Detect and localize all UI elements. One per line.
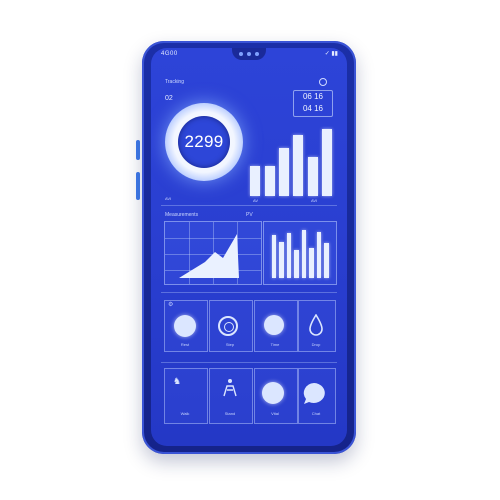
top-bar <box>321 129 332 196</box>
top-bar <box>307 157 318 196</box>
stand-icon <box>223 379 237 397</box>
mid-bar-chart <box>270 228 330 278</box>
tile-label: Rest <box>180 342 190 347</box>
top-bar <box>250 166 261 196</box>
sensor-dot <box>247 52 251 56</box>
top-chart-label: AVI <box>311 198 318 203</box>
top-bar <box>264 166 275 196</box>
mid-bar <box>286 233 291 278</box>
ring-icon-core <box>224 322 234 332</box>
tile-label: Walk <box>180 411 190 416</box>
header-left-value: 02 <box>165 95 173 102</box>
area-chart <box>179 234 239 278</box>
section-right-label: PV <box>246 212 253 218</box>
chat-icon <box>303 383 325 404</box>
tile-label: Step <box>225 342 235 347</box>
app-title: Tracking <box>165 79 184 85</box>
phone-screen: 4G00 ✓ ▮▮ Tracking 02 06 16 04 16 2299 A… <box>151 48 347 446</box>
mid-bar <box>324 243 329 278</box>
bar-chart-panel <box>263 221 337 285</box>
gauge-ring: 2299 <box>165 103 243 181</box>
time-line-1: 06 16 <box>302 92 324 101</box>
mid-bar <box>294 250 299 278</box>
tile-label: Chat <box>311 411 321 416</box>
sensor-dot <box>255 52 259 56</box>
top-bar <box>278 148 289 196</box>
tile-label: Time <box>270 342 280 347</box>
top-chart-label: AV <box>253 198 259 203</box>
divider <box>161 205 337 206</box>
circle-icon <box>174 315 196 337</box>
area-chart-panel <box>164 221 262 285</box>
divider <box>161 292 337 293</box>
tile-label: Drop <box>311 342 321 347</box>
camera-dot <box>239 52 243 56</box>
status-right: ✓ ▮▮ <box>324 51 338 57</box>
gauge-value: 2299 <box>178 116 230 168</box>
mid-bar <box>279 242 284 278</box>
top-bar-chart <box>248 118 334 196</box>
mid-bar <box>316 232 321 278</box>
status-left: 4G00 <box>161 51 178 57</box>
menu-icon[interactable] <box>319 78 327 86</box>
ring-icon <box>218 316 238 336</box>
tile-label: Vital <box>271 411 279 416</box>
drop-icon <box>309 314 323 336</box>
runner-icon: ♞ <box>173 376 182 386</box>
divider <box>161 362 337 363</box>
volume-button[interactable] <box>136 140 140 160</box>
top-bar <box>293 135 304 196</box>
area-fill <box>179 234 239 278</box>
section-title: Measurements <box>165 212 199 218</box>
mid-bar <box>271 235 276 278</box>
mid-bar <box>309 248 314 278</box>
top-chart-label: AVI <box>165 196 172 201</box>
circle-icon <box>264 315 284 335</box>
power-button[interactable] <box>136 172 140 200</box>
tile-label: Stand <box>224 411 236 416</box>
mid-bar <box>301 230 306 278</box>
time-line-2: 04 16 <box>302 104 324 113</box>
circle-icon <box>262 382 284 404</box>
time-readout: 06 16 04 16 <box>293 90 333 117</box>
